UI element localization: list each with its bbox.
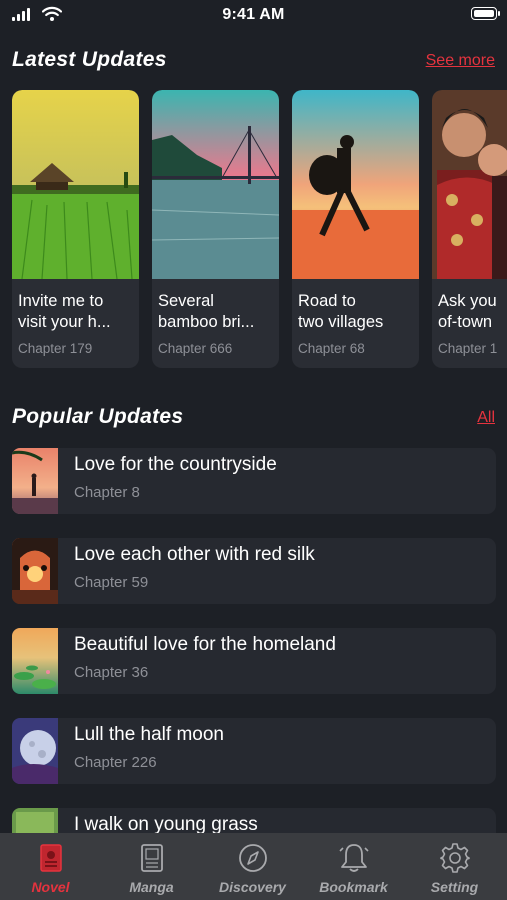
gear-icon: [440, 843, 470, 873]
card-title: Ask you of-town: [438, 292, 497, 331]
tab-manga[interactable]: Manga: [101, 833, 202, 900]
manga-icon: [141, 844, 163, 872]
cover-image: [152, 90, 279, 279]
book-icon: [40, 844, 62, 872]
item-title: Love each other with red silk: [74, 544, 315, 565]
cover-image: [292, 90, 419, 279]
item-chapter: Chapter 59: [74, 574, 149, 591]
status-time: 9:41 AM: [222, 6, 285, 23]
tab-setting[interactable]: Setting: [404, 833, 505, 900]
item-title: Love for the countryside: [74, 454, 277, 475]
card-chapter: Chapter 1: [438, 341, 498, 356]
status-bar: 9:41 AM: [0, 0, 507, 30]
popular-updates-header: Popular Updates All: [12, 405, 495, 435]
latest-updates-carousel[interactable]: Invite me to visit your h... Chapter 179…: [12, 90, 507, 370]
battery-icon: [471, 7, 500, 20]
novel-card[interactable]: Several bamboo bri... Chapter 666: [152, 90, 279, 368]
card-title: Invite me to visit your h...: [18, 292, 111, 331]
tab-bookmark[interactable]: Bookmark: [303, 833, 404, 900]
bottom-tab-bar: Novel Manga Discovery Bookmark Setting: [0, 833, 507, 900]
tab-discovery[interactable]: Discovery: [202, 833, 303, 900]
tab-label: Novel: [31, 879, 70, 895]
novel-card[interactable]: Ask you of-town Chapter 1: [432, 90, 507, 368]
latest-updates-title: Latest Updates: [12, 48, 167, 71]
card-title: Several bamboo bri...: [158, 292, 255, 331]
tab-label: Manga: [129, 879, 174, 895]
novel-card[interactable]: Road to two villages Chapter 68: [292, 90, 419, 368]
all-link[interactable]: All: [477, 409, 495, 427]
tab-label: Bookmark: [319, 879, 388, 895]
item-chapter: Chapter 36: [74, 664, 149, 681]
card-chapter: Chapter 68: [298, 341, 365, 356]
tab-label: Discovery: [219, 879, 286, 895]
list-item[interactable]: Lull the half moon Chapter 226: [12, 718, 496, 784]
card-title: Road to two villages: [298, 292, 384, 331]
tab-novel[interactable]: Novel: [0, 833, 101, 900]
cover-image: [12, 90, 139, 279]
tab-label: Setting: [430, 879, 479, 895]
latest-updates-header: Latest Updates See more: [12, 48, 495, 78]
list-item[interactable]: Love each other with red silk Chapter 59: [12, 538, 496, 604]
novel-card[interactable]: Invite me to visit your h... Chapter 179: [12, 90, 139, 368]
cover-image: [432, 90, 507, 279]
compass-icon: [239, 844, 267, 872]
item-title: Beautiful love for the homeland: [74, 634, 336, 655]
card-chapter: Chapter 179: [18, 341, 93, 356]
cover-thumbnail: [12, 538, 58, 604]
item-title: Lull the half moon: [74, 724, 224, 745]
cover-thumbnail: [12, 718, 58, 784]
item-chapter: Chapter 226: [74, 754, 157, 771]
item-chapter: Chapter 8: [74, 484, 140, 501]
card-chapter: Chapter 666: [158, 341, 233, 356]
cover-thumbnail: [12, 448, 58, 514]
popular-updates-title: Popular Updates: [12, 405, 184, 428]
bell-icon: [339, 844, 369, 872]
cover-thumbnail: [12, 628, 58, 694]
list-item[interactable]: Beautiful love for the homeland Chapter …: [12, 628, 496, 694]
list-item[interactable]: Love for the countryside Chapter 8: [12, 448, 496, 514]
see-more-link[interactable]: See more: [426, 52, 495, 70]
